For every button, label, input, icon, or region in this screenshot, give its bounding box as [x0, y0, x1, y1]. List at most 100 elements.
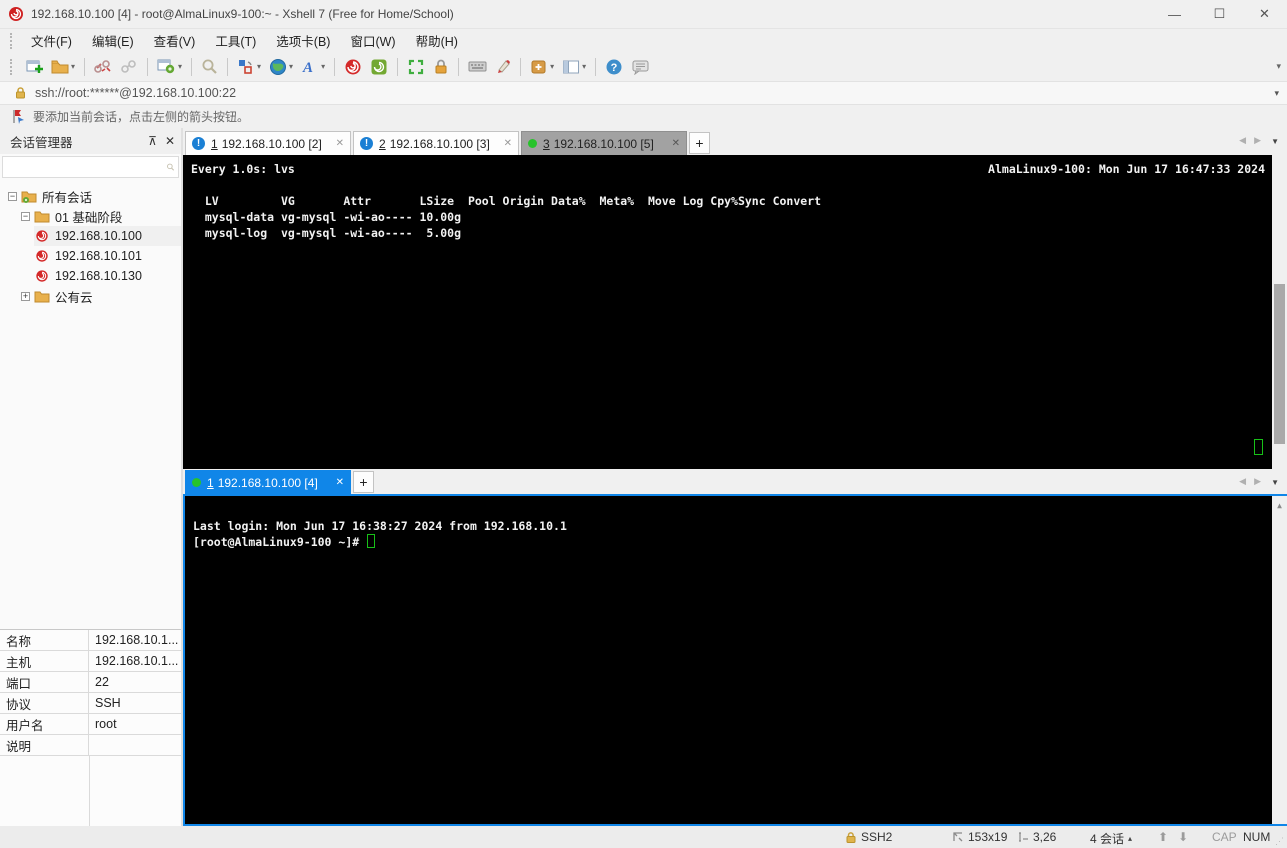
tab-session-2[interactable]: ! 1 192.168.10.100 [2] ✕: [185, 131, 351, 155]
status-session-count[interactable]: 4 会话 ▴: [1090, 830, 1132, 847]
session-search-input[interactable]: [3, 157, 166, 177]
notice-bar: 要添加当前会话，点击左侧的箭头按钮。: [0, 105, 1287, 128]
menu-view[interactable]: 查看(V): [144, 28, 206, 53]
minimize-button[interactable]: —: [1152, 0, 1197, 28]
disconnect-button[interactable]: [91, 56, 115, 78]
prev-session-icon[interactable]: ⬆: [1158, 830, 1168, 844]
panel-close-icon[interactable]: ✕: [165, 134, 175, 148]
terminal-top[interactable]: Every 1.0s: lvs AlmaLinux9-100: Mon Jun …: [183, 155, 1287, 469]
tab-scroll-left-icon[interactable]: ◀: [1239, 135, 1246, 146]
collapse-icon[interactable]: −: [21, 211, 30, 221]
top-tab-bar: ! 1 192.168.10.100 [2] ✕ ! 2 192.168.10.…: [183, 128, 1287, 155]
tree-item-folder-cloud[interactable]: + 公有云: [21, 286, 181, 306]
toolbar-overflow-caret[interactable]: ▾: [1276, 61, 1281, 72]
fullscreen-button[interactable]: [404, 55, 428, 79]
tab-scroll-left-icon[interactable]: ◀: [1239, 476, 1246, 487]
close-button[interactable]: ✕: [1242, 0, 1287, 28]
session-icon: [36, 250, 48, 262]
open-sessions-button[interactable]: ▾: [48, 56, 78, 78]
tree-label[interactable]: 所有会话: [42, 187, 92, 206]
xftp-icon: [371, 59, 387, 74]
property-label: 端口: [0, 672, 89, 692]
menu-file[interactable]: 文件(F): [21, 28, 82, 53]
lock-screen-button[interactable]: [430, 55, 452, 78]
tab-session-3[interactable]: ! 2 192.168.10.100 [3] ✕: [353, 131, 519, 155]
tree-label[interactable]: 192.168.10.101: [55, 249, 142, 263]
layout-button[interactable]: ▾: [559, 56, 589, 78]
resize-grip-icon[interactable]: ⋰: [1275, 836, 1285, 847]
status-cursor-pos: 3,26: [1018, 830, 1056, 844]
font-button[interactable]: A ▾: [298, 55, 328, 78]
new-file-button[interactable]: ▾: [527, 56, 557, 78]
highlight-pen-button[interactable]: [492, 55, 514, 78]
next-session-icon[interactable]: ⬇: [1178, 830, 1188, 844]
menu-edit[interactable]: 编辑(E): [82, 28, 144, 53]
property-label: 用户名: [0, 714, 89, 734]
new-session-button[interactable]: [22, 55, 46, 79]
toolbar-grip: [10, 32, 15, 49]
tree-item-all-sessions[interactable]: − 所有会话: [8, 186, 181, 206]
menu-tabs[interactable]: 选项卡(B): [266, 28, 340, 53]
help-button[interactable]: ?: [602, 55, 626, 79]
terminal-bottom[interactable]: Last login: Mon Jun 17 16:38:27 2024 fro…: [183, 496, 1287, 826]
compose-pane-button[interactable]: ▾: [234, 55, 264, 78]
session-properties-button[interactable]: ▾: [154, 55, 185, 78]
session-search-box[interactable]: [2, 156, 179, 178]
expand-icon[interactable]: +: [21, 291, 30, 301]
tree-label[interactable]: 01 基础阶段: [55, 207, 122, 226]
tree-label[interactable]: 192.168.10.100: [55, 229, 142, 243]
pin-icon[interactable]: ⊼: [148, 134, 157, 148]
tab-scroll-right-icon[interactable]: ▶: [1254, 476, 1261, 487]
tab-session-4-active[interactable]: 1 192.168.10.100 [4] ✕: [185, 470, 351, 494]
status-size-text: 153x19: [968, 830, 1008, 844]
session-manager-header: 会话管理器 ⊼ ✕: [0, 128, 181, 154]
open-sessions-caret-icon: ▾: [71, 62, 76, 71]
property-row-description: 说明: [0, 735, 181, 756]
tab-close-icon[interactable]: ✕: [504, 138, 512, 149]
tab-close-icon[interactable]: ✕: [672, 138, 680, 149]
collapse-icon[interactable]: −: [8, 191, 17, 201]
tab-list-caret-icon[interactable]: ▼: [1271, 478, 1279, 487]
session-manager-panel: 会话管理器 ⊼ ✕ − 所有会话 − 01 基础阶段 192.168.10.10…: [0, 128, 183, 826]
find-button[interactable]: [198, 55, 221, 78]
address-url[interactable]: ssh://root:******@192.168.10.100:22: [35, 86, 236, 100]
tab-close-icon[interactable]: ✕: [336, 477, 344, 488]
address-bar[interactable]: ssh://root:******@192.168.10.100:22 ▾: [0, 81, 1287, 105]
tree-label[interactable]: 公有云: [55, 287, 93, 306]
tree-item-folder-basic[interactable]: − 01 基础阶段: [21, 206, 181, 226]
tab-scroll-right-icon[interactable]: ▶: [1254, 135, 1261, 146]
last-login-line: Last login: Mon Jun 17 16:38:27 2024 fro…: [193, 519, 567, 533]
virtual-keyboard-button[interactable]: [465, 56, 490, 77]
tree-item-session-130[interactable]: 192.168.10.130: [34, 266, 181, 286]
new-file-icon: [531, 60, 546, 73]
menu-help[interactable]: 帮助(H): [406, 28, 468, 53]
compose-pane-caret-icon: ▾: [257, 62, 262, 71]
tab-list-caret-icon[interactable]: ▼: [1271, 137, 1279, 146]
xshell-button[interactable]: [341, 55, 365, 79]
terminal-bottom-scrollbar[interactable]: ▲: [1272, 496, 1287, 824]
menu-tools[interactable]: 工具(T): [205, 28, 266, 53]
property-value: 192.168.10.1...: [95, 633, 179, 647]
reconnect-button[interactable]: [117, 56, 141, 78]
address-caret-icon[interactable]: ▾: [1274, 88, 1279, 99]
tab-session-5-active[interactable]: 3 192.168.10.100 [5] ✕: [521, 131, 687, 155]
maximize-button[interactable]: ☐: [1197, 0, 1242, 28]
terminal-top-scrollbar[interactable]: [1272, 155, 1287, 469]
svg-text:?: ?: [611, 62, 618, 74]
new-tab-button[interactable]: +: [689, 132, 710, 154]
menu-window[interactable]: 窗口(W): [340, 28, 405, 53]
sessions-caret-icon[interactable]: ▴: [1128, 834, 1132, 843]
property-value: 192.168.10.1...: [95, 654, 179, 668]
tab-close-icon[interactable]: ✕: [336, 138, 344, 149]
scroll-up-icon[interactable]: ▲: [1272, 498, 1287, 514]
encoding-globe-button[interactable]: ▾: [266, 55, 296, 79]
new-tab-button[interactable]: +: [353, 471, 374, 493]
status-protocol: SSH2: [845, 830, 892, 844]
tree-item-session-101[interactable]: 192.168.10.101: [34, 246, 181, 266]
tree-label[interactable]: 192.168.10.130: [55, 269, 142, 283]
feedback-chat-button[interactable]: [628, 56, 653, 78]
folder-icon: [34, 291, 50, 303]
xftp-button[interactable]: [367, 55, 391, 79]
tree-item-session-100[interactable]: 192.168.10.100: [34, 226, 181, 246]
scrollbar-thumb[interactable]: [1274, 283, 1285, 444]
